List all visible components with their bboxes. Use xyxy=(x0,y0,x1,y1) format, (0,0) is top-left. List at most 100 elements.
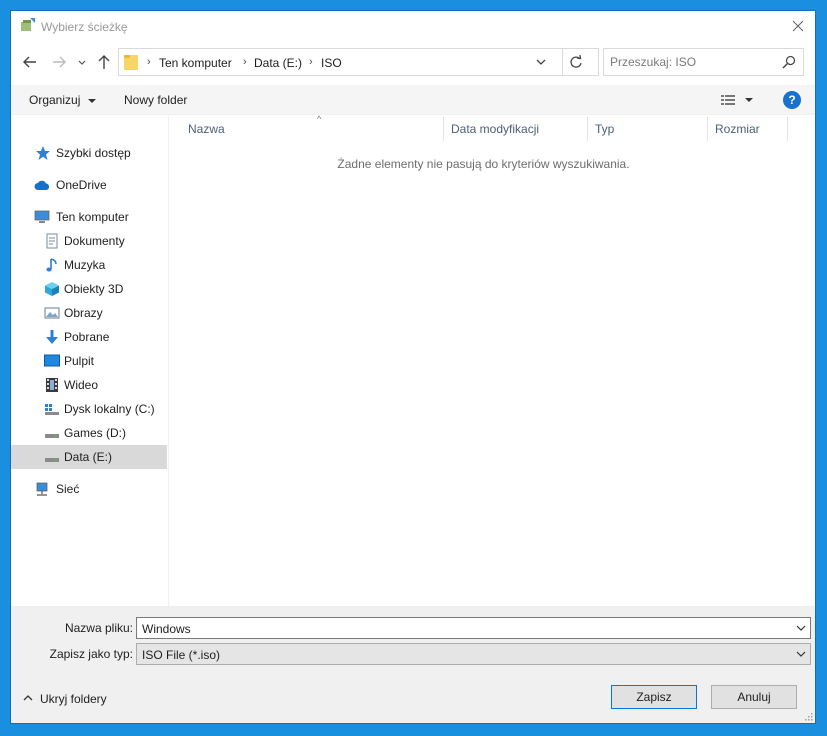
filename-combobox[interactable] xyxy=(136,617,811,639)
folder-icon xyxy=(124,55,138,70)
chevron-down-icon[interactable] xyxy=(796,624,806,632)
recent-locations-button[interactable] xyxy=(77,54,89,74)
star-icon xyxy=(36,146,50,160)
arrow-right-icon xyxy=(53,56,66,68)
back-button[interactable] xyxy=(22,54,42,74)
drive-icon xyxy=(45,434,59,438)
sidebar-item-label: Szybki dostęp xyxy=(56,146,131,160)
filename-input[interactable] xyxy=(142,621,782,636)
breadcrumb-ten-komputer[interactable]: Ten komputer xyxy=(159,56,232,70)
view-details-icon xyxy=(721,95,753,105)
breadcrumb-iso[interactable]: ISO xyxy=(321,56,342,70)
sidebar-item-label: Dysk lokalny (C:) xyxy=(64,402,155,416)
sidebar-item-szybki-dostep[interactable]: Szybki dostęp xyxy=(11,141,167,165)
chevron-down-icon xyxy=(536,59,546,65)
sort-ascending-icon: ^ xyxy=(317,114,322,124)
column-header-label: Data modyfikacji xyxy=(451,122,540,136)
view-options-button[interactable] xyxy=(719,91,759,109)
pictures-icon xyxy=(44,307,60,319)
filetype-value: ISO File (*.iso) xyxy=(142,648,221,662)
sidebar-item-label: Data (E:) xyxy=(64,450,113,464)
help-button[interactable]: ? xyxy=(783,91,801,109)
sidebar-item-muzyka[interactable]: Muzyka xyxy=(11,253,167,277)
column-header-typ[interactable]: Typ xyxy=(588,116,707,141)
column-header-data-modyfikacji[interactable]: Data modyfikacji xyxy=(444,116,587,141)
column-divider[interactable] xyxy=(787,116,788,141)
computer-icon xyxy=(34,210,50,223)
sidebar-item-label: Muzyka xyxy=(64,258,106,272)
sidebar-item-label: Obrazy xyxy=(64,306,103,320)
filename-label: Nazwa pliku: xyxy=(64,621,133,635)
search-input[interactable] xyxy=(610,54,770,70)
new-folder-label: Nowy folder xyxy=(124,93,188,107)
refresh-button[interactable] xyxy=(567,53,589,71)
close-button[interactable] xyxy=(787,15,809,37)
cube-icon xyxy=(45,282,59,296)
breadcrumb-data-e[interactable]: Data (E:) xyxy=(254,56,302,70)
close-icon xyxy=(792,20,804,32)
sidebar-item-onedrive[interactable]: OneDrive xyxy=(11,173,167,197)
sidebar-item-ten-komputer[interactable]: Ten komputer xyxy=(11,205,167,229)
toolbar: Organizuj Nowy folder ? xyxy=(11,85,815,115)
window-title: Wybierz ścieżkę xyxy=(41,20,128,34)
sidebar-item-label: Wideo xyxy=(64,378,99,392)
organize-button[interactable]: Organizuj xyxy=(29,93,96,107)
drive-icon xyxy=(45,458,59,462)
save-button[interactable]: Zapisz xyxy=(611,685,697,709)
network-icon xyxy=(36,482,48,496)
column-header-label: Nazwa xyxy=(188,122,225,136)
filetype-label: Zapisz jako typ: xyxy=(49,647,133,661)
file-list: Nazwa ^ Data modyfikacji Typ Rozmiar Żad… xyxy=(170,114,815,606)
breadcrumb-separator: › xyxy=(147,56,151,68)
column-header-rozmiar[interactable]: Rozmiar xyxy=(708,116,787,141)
cloud-icon xyxy=(34,180,50,190)
cancel-button[interactable]: Anuluj xyxy=(711,685,797,709)
new-folder-button[interactable]: Nowy folder xyxy=(124,93,187,107)
column-header-nazwa[interactable]: Nazwa ^ xyxy=(181,114,443,141)
download-icon xyxy=(46,330,58,344)
filetype-select[interactable]: ISO File (*.iso) xyxy=(136,643,811,665)
sidebar-item-label: Pobrane xyxy=(64,330,110,344)
sidebar-item-label: Ten komputer xyxy=(56,210,129,224)
sidebar-item-siec[interactable]: Sieć xyxy=(11,477,167,501)
forward-button[interactable] xyxy=(51,54,71,74)
save-dialog: Wybierz ścieżkę › Ten komputer › Data (E… xyxy=(10,10,816,724)
desktop-icon xyxy=(44,354,60,367)
app-icon xyxy=(21,18,35,31)
chevron-down-icon xyxy=(796,651,806,657)
empty-results-message: Żadne elementy nie pasują do kryteriów w… xyxy=(337,157,630,171)
sidebar-item-dokumenty[interactable]: Dokumenty xyxy=(11,229,167,253)
chevron-down-icon xyxy=(78,60,86,65)
sidebar-item-games-d[interactable]: Games (D:) xyxy=(11,421,167,445)
up-button[interactable] xyxy=(96,54,116,74)
sidebar-item-label: Obiekty 3D xyxy=(64,282,124,296)
resize-grip-icon[interactable] xyxy=(803,711,813,721)
caret-down-icon xyxy=(87,98,96,103)
sidebar-item-data-e[interactable]: Data (E:) xyxy=(11,445,167,469)
title-bar: Wybierz ścieżkę xyxy=(11,11,815,41)
sidebar-item-wideo[interactable]: Wideo xyxy=(11,373,167,397)
sidebar-item-obrazy[interactable]: Obrazy xyxy=(11,301,167,325)
document-icon xyxy=(46,233,58,249)
chevron-up-icon xyxy=(23,695,33,701)
divider xyxy=(562,49,563,75)
search-box[interactable] xyxy=(603,48,804,76)
breadcrumb-separator: › xyxy=(309,56,313,68)
refresh-icon xyxy=(570,54,582,68)
sidebar-item-label: OneDrive xyxy=(56,178,107,192)
sidebar-item-label: Games (D:) xyxy=(64,426,127,440)
address-bar[interactable]: › Ten komputer › Data (E:) › ISO xyxy=(118,48,599,76)
sidebar-item-dysk-c[interactable]: Dysk lokalny (C:) xyxy=(11,397,167,421)
arrow-left-icon xyxy=(23,56,36,68)
address-dropdown-button[interactable] xyxy=(535,54,555,70)
save-options-panel: Nazwa pliku: Zapisz jako typ: ISO File (… xyxy=(11,606,815,723)
sidebar-item-obiekty-3d[interactable]: Obiekty 3D xyxy=(11,277,167,301)
column-header-label: Typ xyxy=(595,122,615,136)
sidebar-item-pobrane[interactable]: Pobrane xyxy=(11,325,167,349)
hide-folders-label: Ukryj foldery xyxy=(40,692,107,706)
sidebar-item-pulpit[interactable]: Pulpit xyxy=(11,349,167,373)
sidebar-item-label: Pulpit xyxy=(64,354,95,368)
video-icon xyxy=(46,378,58,392)
help-icon: ? xyxy=(788,93,796,107)
search-icon xyxy=(782,55,796,69)
